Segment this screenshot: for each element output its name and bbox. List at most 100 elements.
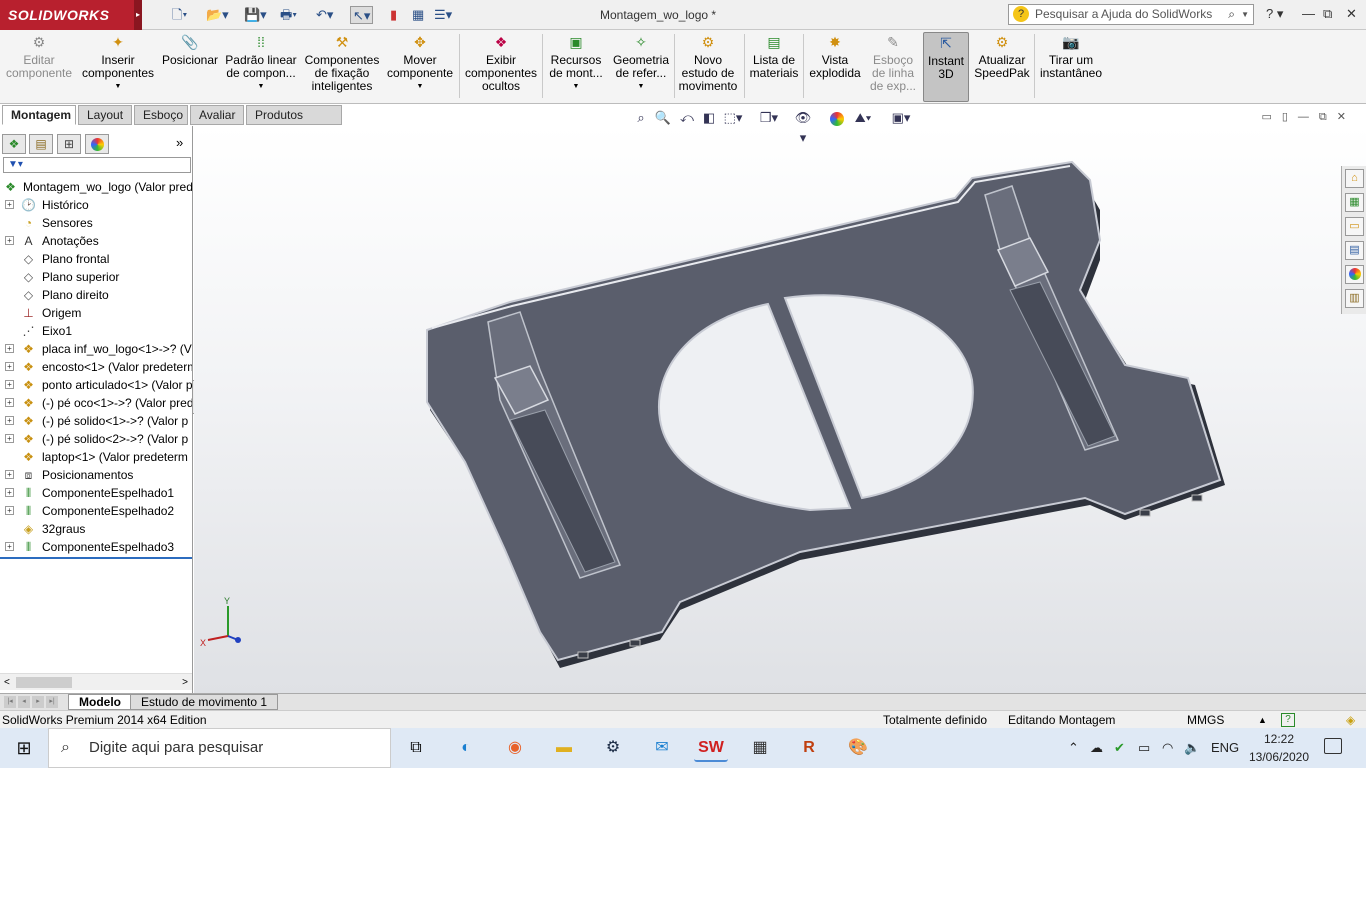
tree-item[interactable]: ◇ Plano direito — [0, 286, 192, 304]
view-orientation-icon[interactable]: ⬚▾ — [722, 108, 744, 128]
open-folder-icon[interactable]: 📂▾ — [206, 6, 229, 24]
select-pointer-icon[interactable]: ↖▾ — [350, 6, 374, 24]
viewport-window-controls[interactable]: ▭▯—⧉✕ — [1261, 110, 1356, 124]
appearances-icon[interactable] — [1345, 265, 1364, 284]
home-icon[interactable]: ⌂ — [1345, 169, 1364, 188]
sync-status-icon[interactable]: ✔ — [1114, 728, 1125, 768]
show-hidden-components-button[interactable]: ❖ Exibir componentes ocultos — [462, 32, 540, 102]
restore-icon[interactable]: ⧉ — [1323, 6, 1332, 22]
previous-view-icon[interactable]: ⤺ — [676, 108, 698, 128]
expand-toggle-icon[interactable]: + — [5, 542, 14, 551]
tree-item[interactable]: + ❖ (-) pé solido<1>->? (Valor p — [0, 412, 192, 430]
expand-toggle-icon[interactable]: + — [5, 344, 14, 353]
search-icon[interactable]: ⌕ — [1228, 5, 1235, 24]
display-manager-tab-icon[interactable] — [85, 134, 109, 154]
tab-layout[interactable]: Layout — [78, 105, 132, 125]
tree-item[interactable]: + ❖ ponto articulado<1> (Valor p — [0, 376, 192, 394]
mail-icon[interactable]: ✉ — [645, 734, 679, 762]
tree-filter-input[interactable]: ▼▾ — [3, 157, 191, 173]
tree-item[interactable]: ⊥ Origem — [0, 304, 192, 322]
mate-button[interactable]: 📎 Posicionar — [160, 32, 220, 102]
scroll-left-icon[interactable]: < — [4, 674, 10, 691]
insert-components-button[interactable]: ✦ Inserir componentes ▼ — [80, 32, 156, 102]
revit-icon[interactable]: R — [792, 734, 826, 762]
close-icon[interactable]: ✕ — [1346, 6, 1357, 22]
tree-item[interactable]: + ⫴ ComponenteEspelhado1 — [0, 484, 192, 502]
exploded-view-button[interactable]: ✸ Vista explodida — [806, 32, 864, 102]
tree-item[interactable]: + ❖ (-) pé solido<2>->? (Valor p — [0, 430, 192, 448]
help-search-input[interactable]: ? Pesquisar a Ajuda do SolidWorks ⌕ ▼ — [1008, 4, 1254, 25]
configuration-manager-tab-icon[interactable]: ⊞ — [57, 134, 81, 154]
solidworks-logo[interactable]: SOLIDWORKS — [0, 0, 134, 30]
file-explorer-icon[interactable]: ▭ — [1345, 217, 1364, 236]
tree-item[interactable]: + ⫴ ComponenteEspelhado2 — [0, 502, 192, 520]
tree-item[interactable]: ◇ Plano superior — [0, 268, 192, 286]
unit-system[interactable]: MMGS — [1187, 711, 1224, 729]
tree-item[interactable]: ❖ laptop<1> (Valor predeterm — [0, 448, 192, 466]
input-language[interactable]: ENG — [1211, 728, 1239, 768]
tree-rollback-bar[interactable] — [0, 557, 192, 559]
tree-item[interactable]: ◈ 32graus — [0, 520, 192, 538]
show-hidden-icons-icon[interactable]: ⌃ — [1068, 728, 1079, 768]
instant-3d-button[interactable]: ⇱ Instant 3D — [923, 32, 969, 102]
search-dropdown-icon[interactable]: ▼ — [1241, 5, 1249, 24]
edit-appearance-icon[interactable] — [826, 108, 848, 128]
expand-toggle-icon[interactable]: + — [5, 200, 14, 209]
previous-tab-icon[interactable]: ◂ — [18, 696, 30, 708]
apply-scene-icon[interactable]: ⛰▾ — [852, 108, 874, 128]
property-manager-tab-icon[interactable]: ▤ — [29, 134, 53, 154]
smart-fasteners-button[interactable]: ⚒ Componentes de fixação inteligentes — [302, 32, 382, 102]
zoom-to-area-icon[interactable]: 🔍 — [652, 108, 674, 128]
expand-toggle-icon[interactable]: + — [5, 434, 14, 443]
paint-icon[interactable]: 🎨 — [841, 734, 875, 762]
update-speedpak-button[interactable]: ⚙ Atualizar SpeedPak — [972, 32, 1032, 102]
steam-icon[interactable]: ⚙ — [596, 734, 630, 762]
unit-dropdown-icon[interactable]: ▲ — [1258, 711, 1267, 729]
volume-icon[interactable]: 🔈 — [1184, 728, 1200, 768]
tab-montagem[interactable]: Montagem — [2, 105, 76, 125]
explode-line-sketch-button[interactable]: ✎ Esboço de linha de exp... — [866, 32, 920, 102]
windows-start-icon[interactable]: ⊞ — [0, 728, 48, 768]
next-tab-icon[interactable]: ▸ — [32, 696, 44, 708]
tree-root-assembly[interactable]: ❖ Montagem_wo_logo (Valor pred — [0, 178, 192, 196]
notifications-icon[interactable] — [1324, 738, 1342, 754]
file-properties-icon[interactable]: ▦ — [412, 6, 424, 24]
expand-toggle-icon[interactable]: + — [5, 236, 14, 245]
panel-expand-icon[interactable]: » — [176, 135, 183, 150]
expand-toggle-icon[interactable]: + — [5, 488, 14, 497]
calculator-icon[interactable]: ▦ — [743, 734, 777, 762]
edge-browser-icon[interactable]: ◐ — [449, 734, 483, 762]
expand-toggle-icon[interactable]: + — [5, 398, 14, 407]
feature-tree-tab-icon[interactable]: ❖ — [2, 134, 26, 154]
design-library-icon[interactable]: ▦ — [1345, 193, 1364, 212]
scroll-right-icon[interactable]: > — [182, 674, 188, 691]
options-icon[interactable]: ☰▾ — [434, 6, 452, 24]
take-snapshot-button[interactable]: 📷 Tirar um instantâneo — [1036, 32, 1106, 102]
system-clock[interactable]: 12:22 13/06/2020 — [1245, 730, 1313, 766]
battery-icon[interactable]: ▭ — [1138, 728, 1150, 768]
reference-geometry-button[interactable]: ✧ Geometria de refer... ▼ — [610, 32, 672, 102]
expand-toggle-icon[interactable]: + — [5, 416, 14, 425]
firefox-icon[interactable]: ◉ — [498, 734, 532, 762]
graphics-area[interactable]: ⌕ 🔍 ⤺ ◧ ⬚▾ ❒▾ 👁▾ ⛰▾ ▣▾ ▭▯—⧉✕ Y X ⌂ ▦ ▭ ▤… — [194, 110, 1366, 693]
zoom-to-fit-icon[interactable]: ⌕ — [630, 108, 652, 128]
tree-item[interactable]: + ❖ placa inf_wo_logo<1>->? (V — [0, 340, 192, 358]
taskbar-search-input[interactable]: ⌕ Digite aqui para pesquisar — [48, 728, 391, 768]
task-view-icon[interactable]: ⧉ — [399, 734, 433, 762]
print-icon[interactable]: 🖶▾ — [280, 6, 297, 24]
solidworks-taskbar-icon[interactable]: SW — [694, 734, 728, 762]
expand-toggle-icon[interactable]: + — [5, 470, 14, 479]
tree-item[interactable]: ⋰ Eixo1 — [0, 322, 192, 340]
assembly-features-button[interactable]: ▣ Recursos de mont... ▼ — [546, 32, 606, 102]
quick-tips-icon[interactable]: ? — [1281, 713, 1295, 727]
expand-toggle-icon[interactable]: + — [5, 506, 14, 515]
expand-toggle-icon[interactable]: + — [5, 380, 14, 389]
move-component-button[interactable]: ✥ Mover componente ▼ — [384, 32, 456, 102]
tree-item[interactable]: + ⧈ Posicionamentos — [0, 466, 192, 484]
minimize-icon[interactable]: — — [1302, 6, 1315, 21]
first-tab-icon[interactable]: |◂ — [4, 696, 16, 708]
tree-item[interactable]: + A Anotações — [0, 232, 192, 250]
view-palette-icon[interactable]: ▤ — [1345, 241, 1364, 260]
bill-of-materials-button[interactable]: ▤ Lista de materiais — [748, 32, 800, 102]
edit-component-button[interactable]: ⚙ Editar componente — [4, 32, 74, 102]
